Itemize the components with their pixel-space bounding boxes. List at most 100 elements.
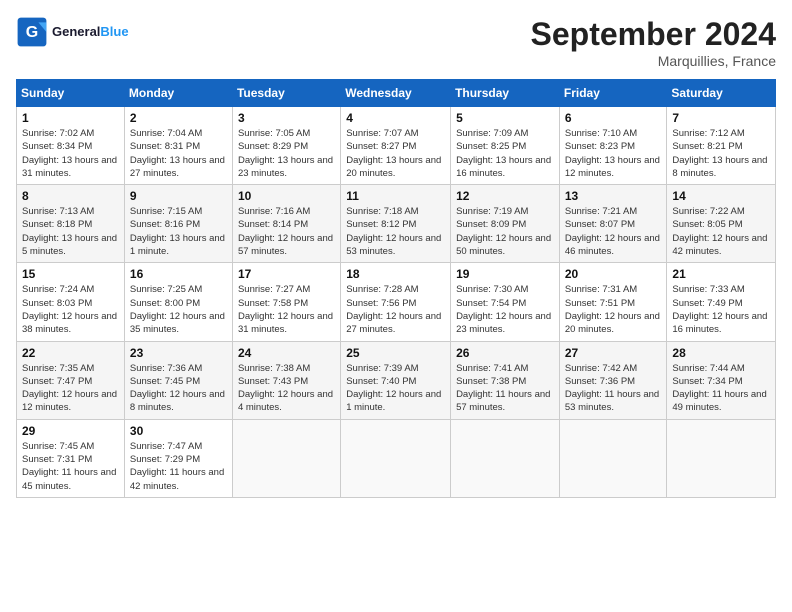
calendar-page: G GeneralBlue September 2024 Marquillies… [0,0,792,612]
col-wednesday: Wednesday [341,80,451,107]
day-number: 1 [22,111,119,125]
day-number: 6 [565,111,662,125]
day-info: Sunrise: 7:31 AM Sunset: 7:51 PM Dayligh… [565,283,662,336]
day-number: 17 [238,267,335,281]
day-info: Sunrise: 7:12 AM Sunset: 8:21 PM Dayligh… [672,127,770,180]
calendar-week-row: 1 Sunrise: 7:02 AM Sunset: 8:34 PM Dayli… [17,107,776,185]
day-number: 24 [238,346,335,360]
day-info: Sunrise: 7:18 AM Sunset: 8:12 PM Dayligh… [346,205,445,258]
table-row: 9 Sunrise: 7:15 AM Sunset: 8:16 PM Dayli… [124,185,232,263]
day-number: 11 [346,189,445,203]
day-info: Sunrise: 7:07 AM Sunset: 8:27 PM Dayligh… [346,127,445,180]
day-info: Sunrise: 7:42 AM Sunset: 7:36 PM Dayligh… [565,362,662,415]
table-row: 18 Sunrise: 7:28 AM Sunset: 7:56 PM Dayl… [341,263,451,341]
table-row: 1 Sunrise: 7:02 AM Sunset: 8:34 PM Dayli… [17,107,125,185]
day-info: Sunrise: 7:04 AM Sunset: 8:31 PM Dayligh… [130,127,227,180]
logo-icon: G [16,16,48,48]
table-row: 8 Sunrise: 7:13 AM Sunset: 8:18 PM Dayli… [17,185,125,263]
day-info: Sunrise: 7:35 AM Sunset: 7:47 PM Dayligh… [22,362,119,415]
day-info: Sunrise: 7:45 AM Sunset: 7:31 PM Dayligh… [22,440,119,493]
col-monday: Monday [124,80,232,107]
table-row: 28 Sunrise: 7:44 AM Sunset: 7:34 PM Dayl… [667,341,776,419]
calendar-week-row: 22 Sunrise: 7:35 AM Sunset: 7:47 PM Dayl… [17,341,776,419]
logo-general: General [52,24,100,39]
table-row: 7 Sunrise: 7:12 AM Sunset: 8:21 PM Dayli… [667,107,776,185]
table-row: 3 Sunrise: 7:05 AM Sunset: 8:29 PM Dayli… [232,107,340,185]
day-number: 8 [22,189,119,203]
day-info: Sunrise: 7:25 AM Sunset: 8:00 PM Dayligh… [130,283,227,336]
day-number: 28 [672,346,770,360]
table-row: 24 Sunrise: 7:38 AM Sunset: 7:43 PM Dayl… [232,341,340,419]
day-info: Sunrise: 7:16 AM Sunset: 8:14 PM Dayligh… [238,205,335,258]
day-number: 21 [672,267,770,281]
day-number: 5 [456,111,554,125]
table-row: 23 Sunrise: 7:36 AM Sunset: 7:45 PM Dayl… [124,341,232,419]
table-row: 22 Sunrise: 7:35 AM Sunset: 7:47 PM Dayl… [17,341,125,419]
calendar-week-row: 29 Sunrise: 7:45 AM Sunset: 7:31 PM Dayl… [17,419,776,497]
table-row [667,419,776,497]
calendar-week-row: 8 Sunrise: 7:13 AM Sunset: 8:18 PM Dayli… [17,185,776,263]
day-info: Sunrise: 7:33 AM Sunset: 7:49 PM Dayligh… [672,283,770,336]
day-number: 19 [456,267,554,281]
table-row [232,419,340,497]
day-number: 26 [456,346,554,360]
day-info: Sunrise: 7:15 AM Sunset: 8:16 PM Dayligh… [130,205,227,258]
table-row: 15 Sunrise: 7:24 AM Sunset: 8:03 PM Dayl… [17,263,125,341]
day-number: 15 [22,267,119,281]
calendar-table: Sunday Monday Tuesday Wednesday Thursday… [16,79,776,498]
col-saturday: Saturday [667,80,776,107]
day-number: 10 [238,189,335,203]
table-row: 13 Sunrise: 7:21 AM Sunset: 8:07 PM Dayl… [559,185,667,263]
table-row: 25 Sunrise: 7:39 AM Sunset: 7:40 PM Dayl… [341,341,451,419]
table-row: 27 Sunrise: 7:42 AM Sunset: 7:36 PM Dayl… [559,341,667,419]
table-row: 2 Sunrise: 7:04 AM Sunset: 8:31 PM Dayli… [124,107,232,185]
day-info: Sunrise: 7:21 AM Sunset: 8:07 PM Dayligh… [565,205,662,258]
day-number: 29 [22,424,119,438]
col-tuesday: Tuesday [232,80,340,107]
day-info: Sunrise: 7:10 AM Sunset: 8:23 PM Dayligh… [565,127,662,180]
table-row: 29 Sunrise: 7:45 AM Sunset: 7:31 PM Dayl… [17,419,125,497]
col-sunday: Sunday [17,80,125,107]
page-header: G GeneralBlue September 2024 Marquillies… [16,16,776,69]
logo-blue: Blue [100,24,128,39]
day-info: Sunrise: 7:38 AM Sunset: 7:43 PM Dayligh… [238,362,335,415]
table-row [341,419,451,497]
day-number: 4 [346,111,445,125]
svg-text:G: G [26,24,38,41]
table-row: 17 Sunrise: 7:27 AM Sunset: 7:58 PM Dayl… [232,263,340,341]
table-row [451,419,560,497]
day-number: 16 [130,267,227,281]
day-number: 18 [346,267,445,281]
day-number: 30 [130,424,227,438]
day-number: 7 [672,111,770,125]
day-number: 3 [238,111,335,125]
logo: G GeneralBlue [16,16,129,48]
month-title: September 2024 [531,16,776,53]
title-block: September 2024 Marquillies, France [531,16,776,69]
day-info: Sunrise: 7:30 AM Sunset: 7:54 PM Dayligh… [456,283,554,336]
day-info: Sunrise: 7:24 AM Sunset: 8:03 PM Dayligh… [22,283,119,336]
location-subtitle: Marquillies, France [531,53,776,69]
day-number: 12 [456,189,554,203]
table-row: 20 Sunrise: 7:31 AM Sunset: 7:51 PM Dayl… [559,263,667,341]
table-row: 12 Sunrise: 7:19 AM Sunset: 8:09 PM Dayl… [451,185,560,263]
col-thursday: Thursday [451,80,560,107]
table-row: 30 Sunrise: 7:47 AM Sunset: 7:29 PM Dayl… [124,419,232,497]
day-number: 23 [130,346,227,360]
day-info: Sunrise: 7:05 AM Sunset: 8:29 PM Dayligh… [238,127,335,180]
calendar-header-row: Sunday Monday Tuesday Wednesday Thursday… [17,80,776,107]
col-friday: Friday [559,80,667,107]
table-row: 10 Sunrise: 7:16 AM Sunset: 8:14 PM Dayl… [232,185,340,263]
table-row: 11 Sunrise: 7:18 AM Sunset: 8:12 PM Dayl… [341,185,451,263]
day-info: Sunrise: 7:41 AM Sunset: 7:38 PM Dayligh… [456,362,554,415]
day-info: Sunrise: 7:39 AM Sunset: 7:40 PM Dayligh… [346,362,445,415]
day-info: Sunrise: 7:09 AM Sunset: 8:25 PM Dayligh… [456,127,554,180]
day-info: Sunrise: 7:47 AM Sunset: 7:29 PM Dayligh… [130,440,227,493]
table-row: 21 Sunrise: 7:33 AM Sunset: 7:49 PM Dayl… [667,263,776,341]
table-row: 19 Sunrise: 7:30 AM Sunset: 7:54 PM Dayl… [451,263,560,341]
day-info: Sunrise: 7:19 AM Sunset: 8:09 PM Dayligh… [456,205,554,258]
day-number: 27 [565,346,662,360]
day-number: 14 [672,189,770,203]
day-number: 22 [22,346,119,360]
day-number: 2 [130,111,227,125]
